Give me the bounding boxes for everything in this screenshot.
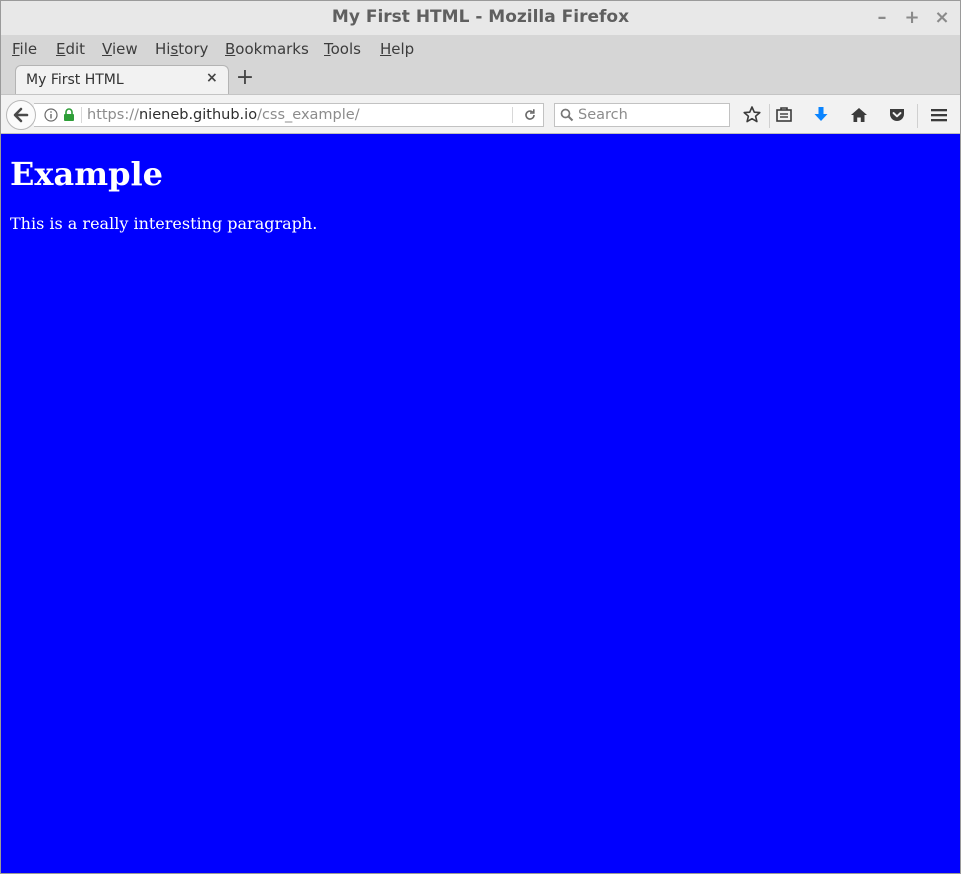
search-input[interactable]: Search bbox=[554, 103, 730, 127]
page-paragraph: This is a really interesting paragraph. bbox=[10, 214, 318, 233]
menu-edit[interactable]: Edit bbox=[56, 40, 85, 58]
close-window-button[interactable]: × bbox=[931, 7, 953, 29]
menu-help[interactable]: Help bbox=[380, 40, 414, 58]
bookmark-star-icon[interactable] bbox=[741, 104, 763, 126]
url-bar[interactable]: https://nieneb.github.io/css_example/ bbox=[34, 103, 544, 127]
search-icon bbox=[560, 108, 574, 122]
navigation-toolbar: https://nieneb.github.io/css_example/ Se… bbox=[1, 94, 960, 134]
download-icon[interactable] bbox=[810, 104, 832, 126]
menu-bookmarks[interactable]: Bookmarks bbox=[225, 40, 309, 58]
tab-my-first-html[interactable]: My First HTML × bbox=[15, 65, 229, 95]
menu-file[interactable]: File bbox=[12, 40, 37, 58]
back-icon bbox=[13, 107, 29, 123]
tab-label: My First HTML bbox=[26, 72, 124, 88]
page-heading: Example bbox=[10, 155, 163, 193]
search-placeholder: Search bbox=[578, 107, 628, 123]
reading-list-icon[interactable] bbox=[773, 104, 795, 126]
menu-tools[interactable]: Tools bbox=[324, 40, 361, 58]
info-icon[interactable] bbox=[44, 108, 58, 122]
new-tab-button[interactable]: + bbox=[235, 66, 255, 90]
minimize-button[interactable]: – bbox=[871, 7, 893, 29]
pocket-icon[interactable] bbox=[886, 104, 908, 126]
toolbar-separator bbox=[917, 104, 918, 128]
menu-view[interactable]: View bbox=[102, 40, 138, 58]
menu-icon[interactable] bbox=[928, 104, 950, 126]
url-separator bbox=[81, 107, 82, 123]
lock-icon[interactable] bbox=[63, 108, 75, 122]
title-bar: My First HTML - Mozilla Firefox – + × bbox=[1, 1, 960, 35]
home-icon[interactable] bbox=[848, 104, 870, 126]
tab-strip: My First HTML × + bbox=[1, 63, 960, 95]
back-button[interactable] bbox=[6, 100, 36, 130]
page-content: Example This is a really interesting par… bbox=[1, 134, 960, 873]
tab-close-icon[interactable]: × bbox=[206, 70, 218, 86]
window-title: My First HTML - Mozilla Firefox bbox=[331, 7, 630, 27]
browser-window: My First HTML - Mozilla Firefox – + × Fi… bbox=[0, 0, 961, 874]
maximize-button[interactable]: + bbox=[901, 7, 923, 29]
url-text[interactable]: https://nieneb.github.io/css_example/ bbox=[87, 107, 360, 123]
toolbar-separator bbox=[769, 104, 770, 128]
menu-history[interactable]: History bbox=[155, 40, 208, 58]
menu-bar: File Edit View History Bookmarks Tools H… bbox=[1, 35, 960, 63]
reload-icon[interactable] bbox=[521, 106, 539, 124]
url-bar-divider bbox=[512, 107, 513, 123]
